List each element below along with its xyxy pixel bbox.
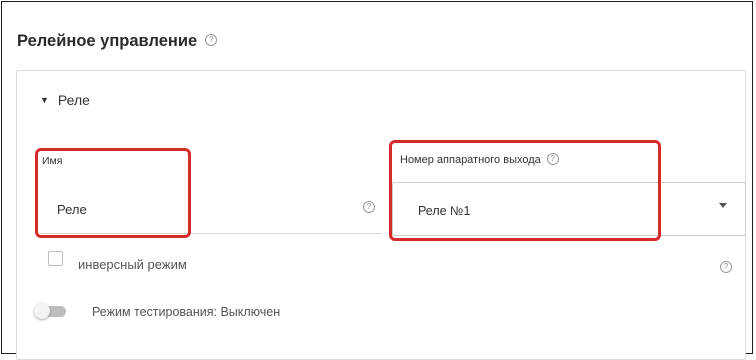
inverse-mode-checkbox[interactable] <box>48 251 63 266</box>
page-title: Релейное управление? <box>17 32 218 51</box>
highlight-output-field <box>389 140 661 241</box>
section-header-relay[interactable]: ▼ Реле <box>40 92 90 108</box>
inverse-mode-label: инверсный режим <box>78 257 187 272</box>
caret-down-icon[interactable]: ▼ <box>40 95 49 105</box>
section-label: Реле <box>57 92 90 108</box>
highlight-name-field <box>35 148 191 238</box>
test-mode-toggle[interactable] <box>34 303 68 319</box>
page-title-text: Релейное управление <box>17 32 198 50</box>
chevron-down-icon[interactable] <box>719 203 727 208</box>
toggle-thumb <box>34 303 50 319</box>
help-circle-icon[interactable]: ? <box>205 33 218 46</box>
test-mode-label: Режим тестирования: Выключен <box>92 305 281 319</box>
help-circle-icon[interactable]: ? <box>363 201 375 213</box>
help-circle-icon[interactable]: ? <box>720 261 732 273</box>
